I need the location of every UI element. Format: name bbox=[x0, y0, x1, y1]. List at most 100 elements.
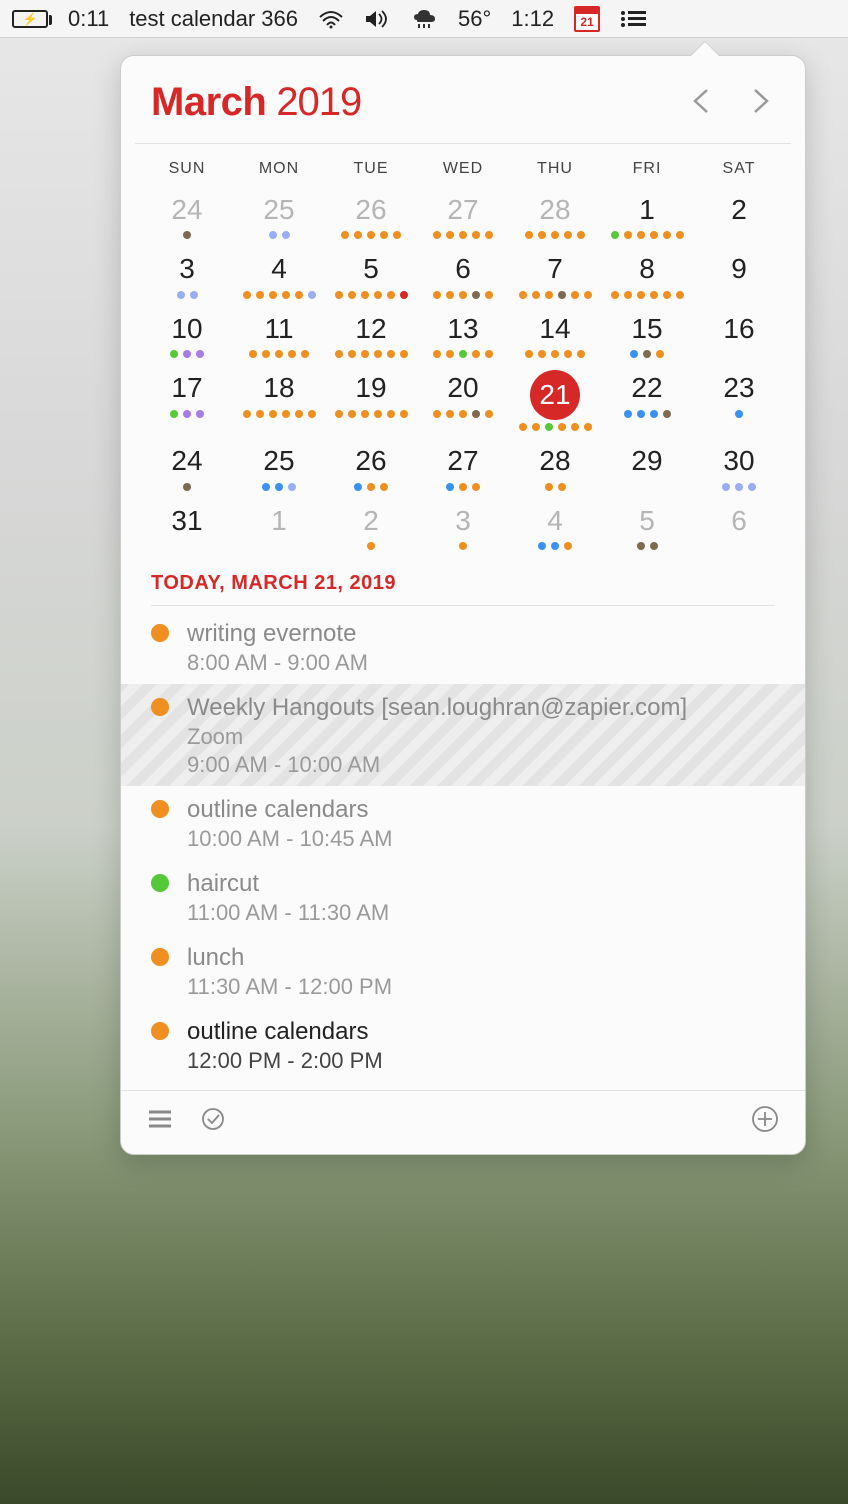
event-dots bbox=[233, 231, 325, 241]
calendar-day-cell[interactable]: 18 bbox=[233, 368, 325, 439]
day-number: 11 bbox=[257, 311, 301, 347]
calendar-day-cell[interactable]: 16 bbox=[693, 309, 785, 366]
calendar-day-cell[interactable]: 17 bbox=[141, 368, 233, 439]
calendar-day-cell[interactable]: 4 bbox=[509, 501, 601, 558]
calendar-day-cell[interactable]: 9 bbox=[693, 249, 785, 306]
calendar-day-cell[interactable]: 25 bbox=[233, 190, 325, 247]
day-number: 13 bbox=[441, 311, 485, 347]
calendar-day-cell[interactable]: 19 bbox=[325, 368, 417, 439]
weather-icon[interactable] bbox=[410, 8, 438, 30]
event-item[interactable]: lunch11:30 AM - 12:00 PM bbox=[121, 934, 805, 1008]
calendar-day-cell[interactable]: 6 bbox=[417, 249, 509, 306]
event-dot bbox=[459, 231, 467, 239]
calendar-day-cell[interactable]: 7 bbox=[509, 249, 601, 306]
event-dots bbox=[509, 423, 601, 433]
event-item[interactable]: outline calendars12:00 PM - 2:00 PM bbox=[121, 1008, 805, 1082]
calendar-day-cell[interactable]: 1 bbox=[601, 190, 693, 247]
event-dot bbox=[177, 291, 185, 299]
calendar-day-cell[interactable]: 24 bbox=[141, 441, 233, 498]
event-item[interactable]: writing evernote8:00 AM - 9:00 AM bbox=[121, 610, 805, 684]
calendar-day-cell[interactable]: 28 bbox=[509, 441, 601, 498]
event-dot bbox=[650, 410, 658, 418]
event-dot bbox=[282, 231, 290, 239]
calendar-day-cell[interactable]: 29 bbox=[601, 441, 693, 498]
calendar-day-cell[interactable]: 8 bbox=[601, 249, 693, 306]
event-item[interactable]: haircut11:00 AM - 11:30 AM bbox=[121, 860, 805, 934]
event-dots bbox=[233, 291, 325, 301]
calendar-day-cell[interactable]: 31 bbox=[141, 501, 233, 558]
volume-icon[interactable] bbox=[364, 9, 390, 29]
calendar-day-cell[interactable]: 25 bbox=[233, 441, 325, 498]
calendar-day-cell[interactable]: 27 bbox=[417, 190, 509, 247]
event-dot bbox=[459, 542, 467, 550]
calendar-day-cell[interactable]: 5 bbox=[601, 501, 693, 558]
event-dot bbox=[532, 423, 540, 431]
day-number: 24 bbox=[165, 192, 209, 228]
event-dots bbox=[141, 483, 233, 493]
event-dot bbox=[630, 350, 638, 358]
next-month-button[interactable] bbox=[745, 82, 775, 123]
event-dot bbox=[472, 410, 480, 418]
wifi-icon[interactable] bbox=[318, 9, 344, 29]
checkmark-button[interactable] bbox=[197, 1103, 229, 1138]
prev-month-button[interactable] bbox=[687, 82, 717, 123]
calendar-day-cell[interactable]: 24 bbox=[141, 190, 233, 247]
event-dot bbox=[558, 423, 566, 431]
day-number: 30 bbox=[717, 443, 761, 479]
menu-button[interactable] bbox=[143, 1105, 177, 1136]
calendar-day-cell[interactable]: 10 bbox=[141, 309, 233, 366]
event-dot bbox=[611, 231, 619, 239]
calendar-day-cell[interactable]: 28 bbox=[509, 190, 601, 247]
event-dot bbox=[433, 231, 441, 239]
event-dots bbox=[141, 291, 233, 301]
event-dot bbox=[282, 291, 290, 299]
event-dots bbox=[325, 410, 417, 420]
calendar-day-cell[interactable]: 2 bbox=[693, 190, 785, 247]
event-dot bbox=[611, 291, 619, 299]
calendar-menubar-icon[interactable]: 21 bbox=[574, 6, 600, 32]
event-title: outline calendars bbox=[187, 1018, 775, 1046]
calendar-day-cell[interactable]: 27 bbox=[417, 441, 509, 498]
calendar-day-cell[interactable]: 23 bbox=[693, 368, 785, 439]
event-dots bbox=[417, 542, 509, 552]
event-item[interactable]: Weekly Hangouts [sean.loughran@zapier.co… bbox=[121, 684, 805, 786]
event-title: haircut bbox=[187, 870, 775, 898]
add-event-button[interactable] bbox=[747, 1101, 783, 1140]
calendar-day-cell[interactable]: 21 bbox=[509, 368, 601, 439]
event-dot bbox=[637, 542, 645, 550]
event-dot bbox=[335, 410, 343, 418]
day-number: 3 bbox=[165, 251, 209, 287]
calendar-day-cell[interactable]: 30 bbox=[693, 441, 785, 498]
event-dot bbox=[262, 350, 270, 358]
calendar-day-cell[interactable]: 22 bbox=[601, 368, 693, 439]
calendar-day-cell[interactable]: 3 bbox=[417, 501, 509, 558]
calendar-day-cell[interactable]: 14 bbox=[509, 309, 601, 366]
calendar-day-cell[interactable]: 5 bbox=[325, 249, 417, 306]
event-dot bbox=[650, 231, 658, 239]
day-number: 2 bbox=[349, 503, 393, 539]
check-circle-icon bbox=[201, 1107, 225, 1131]
calendar-day-cell[interactable]: 26 bbox=[325, 441, 417, 498]
calendar-day-cell[interactable]: 26 bbox=[325, 190, 417, 247]
event-item[interactable]: outline calendars10:00 AM - 10:45 AM bbox=[121, 786, 805, 860]
list-icon[interactable] bbox=[620, 9, 646, 29]
day-number: 16 bbox=[717, 311, 761, 347]
day-of-week-header: TUE bbox=[325, 154, 417, 188]
calendar-day-cell[interactable]: 12 bbox=[325, 309, 417, 366]
calendar-day-cell[interactable]: 11 bbox=[233, 309, 325, 366]
calendar-day-cell[interactable]: 6 bbox=[693, 501, 785, 558]
calendar-day-cell[interactable]: 20 bbox=[417, 368, 509, 439]
event-dot bbox=[269, 291, 277, 299]
event-dot bbox=[564, 231, 572, 239]
event-dot bbox=[183, 231, 191, 239]
calendar-day-cell[interactable]: 13 bbox=[417, 309, 509, 366]
calendar-day-cell[interactable]: 15 bbox=[601, 309, 693, 366]
event-color-dot bbox=[151, 1022, 169, 1040]
calendar-day-cell[interactable]: 4 bbox=[233, 249, 325, 306]
calendar-day-cell[interactable]: 3 bbox=[141, 249, 233, 306]
event-dot bbox=[387, 410, 395, 418]
event-dot bbox=[380, 231, 388, 239]
calendar-day-cell[interactable]: 1 bbox=[233, 501, 325, 558]
event-dot bbox=[190, 291, 198, 299]
calendar-day-cell[interactable]: 2 bbox=[325, 501, 417, 558]
